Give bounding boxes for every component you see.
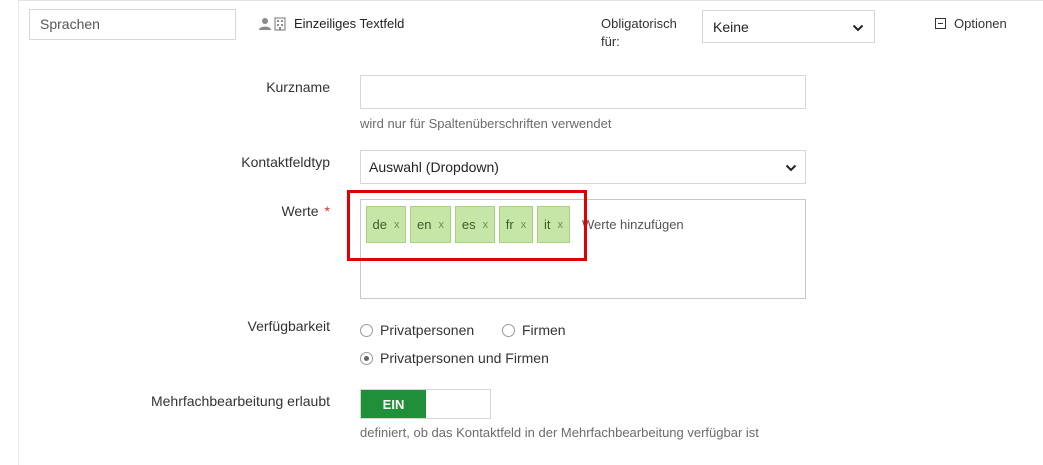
field-type-label: Einzeiliges Textfeld — [258, 16, 404, 31]
collapse-icon — [935, 18, 946, 29]
field-type-text: Einzeiliges Textfeld — [294, 16, 405, 31]
tag-label: es — [461, 217, 476, 232]
kurzname-input[interactable] — [360, 75, 806, 109]
chevron-down-icon — [785, 159, 797, 175]
radio-circle — [360, 323, 373, 337]
werte-label: Werte * — [281, 203, 330, 219]
remove-tag-icon[interactable]: x — [483, 219, 489, 231]
field-name-input[interactable]: Sprachen — [29, 9, 236, 40]
tag-fr: fr x — [499, 206, 533, 243]
kontaktfeldtyp-label: Kontaktfeldtyp — [241, 154, 330, 170]
remove-tag-icon[interactable]: x — [558, 219, 564, 231]
mehrfach-label: Mehrfachbearbeitung erlaubt — [150, 393, 330, 409]
obligatory-select[interactable]: Keine — [702, 10, 875, 43]
tag-label: en — [417, 217, 432, 232]
radio-firmen[interactable]: Firmen — [502, 322, 566, 338]
kontaktfeldtyp-value: Auswahl (Dropdown) — [369, 159, 499, 175]
left-divider — [18, 0, 19, 465]
kontaktfeldtyp-select[interactable]: Auswahl (Dropdown) — [360, 150, 806, 184]
radio-label: Privatpersonen und Firmen — [380, 350, 549, 366]
radio-label: Privatpersonen — [380, 322, 475, 338]
tag-de: de x — [366, 206, 406, 243]
person-building-icon — [258, 16, 286, 31]
kurzname-hint: wird nur für Spaltenüberschriften verwen… — [360, 116, 612, 131]
tag-en: en x — [410, 206, 451, 243]
toggle-on-label: EIN — [361, 390, 426, 418]
werte-placeholder[interactable]: Werte hinzufügen — [582, 217, 684, 232]
chevron-down-icon — [852, 19, 864, 35]
obligatory-select-value: Keine — [713, 18, 749, 35]
remove-tag-icon[interactable]: x — [521, 219, 527, 231]
tag-label: fr — [505, 217, 514, 232]
radio-privatpersonen-und-firmen[interactable]: Privatpersonen und Firmen — [360, 350, 549, 366]
tag-es: es x — [455, 206, 495, 243]
kurzname-label: Kurzname — [266, 79, 330, 95]
radio-label: Firmen — [522, 322, 566, 338]
remove-tag-icon[interactable]: x — [438, 219, 444, 231]
radio-circle-selected — [360, 351, 373, 365]
werte-label-text: Werte — [281, 203, 319, 219]
tag-label: de — [372, 217, 387, 232]
obligatory-label: Obligatorisch für: — [601, 16, 677, 49]
options-toggle[interactable]: Optionen — [935, 16, 1007, 31]
mehrfach-toggle[interactable]: EIN — [360, 389, 491, 419]
mehrfach-hint: definiert, ob das Kontaktfeld in der Meh… — [360, 425, 759, 440]
tag-it: it x — [537, 206, 570, 243]
remove-tag-icon[interactable]: x — [394, 219, 400, 231]
radio-privatpersonen[interactable]: Privatpersonen — [360, 322, 474, 338]
verfuegbarkeit-label: Verfügbarkeit — [247, 318, 331, 334]
radio-circle — [502, 323, 515, 337]
werte-tag-input[interactable]: de x en x es x fr x it x Werte hinzufüge… — [360, 199, 806, 299]
top-divider — [18, 0, 1043, 4]
tag-label: it — [544, 217, 551, 232]
required-marker: * — [324, 203, 330, 219]
options-label: Optionen — [954, 16, 1007, 31]
